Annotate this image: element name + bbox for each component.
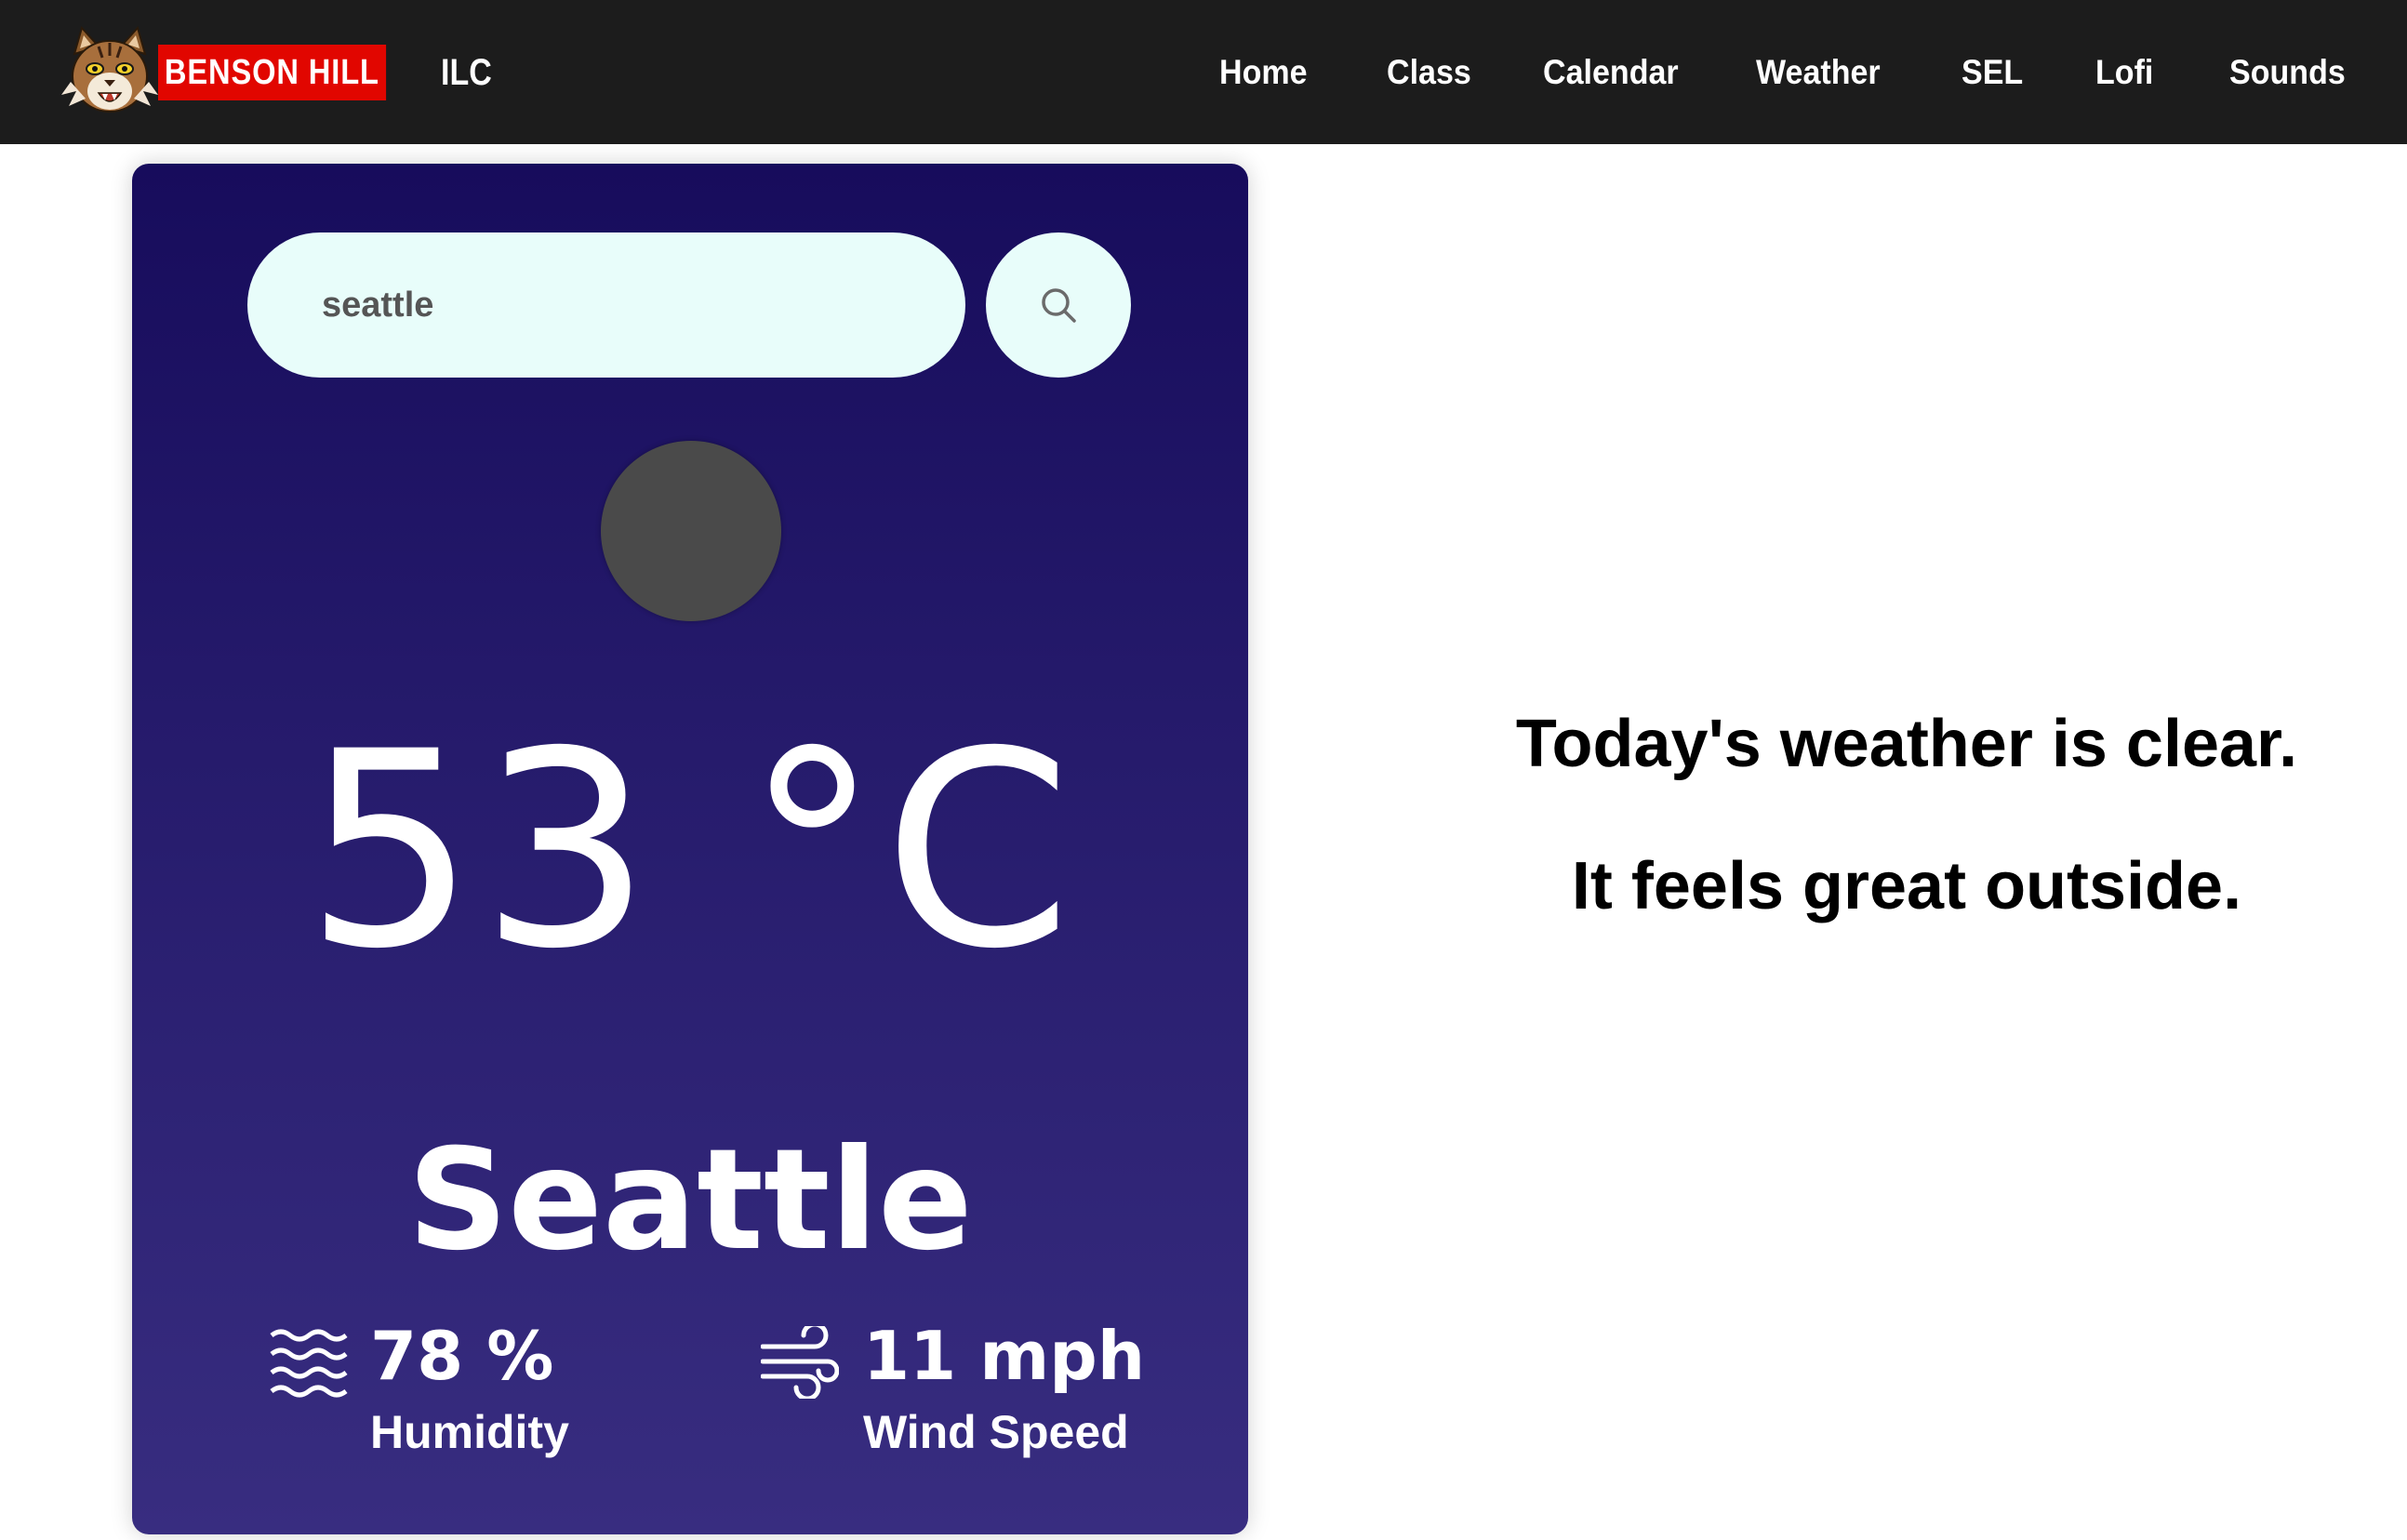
nav-weather[interactable]: Weather: [1756, 46, 1881, 99]
search-icon: [1042, 288, 1076, 323]
city-name: Seattle: [407, 1120, 973, 1281]
nav-lofi[interactable]: Lofi: [2095, 46, 2153, 99]
logo-badge-text: BENSON HILL: [158, 45, 386, 100]
nav-class[interactable]: Class: [1387, 46, 1471, 99]
humidity-value: 78 %: [370, 1317, 554, 1395]
humidity-label: Humidity: [370, 1406, 569, 1458]
wind-icon: [761, 1326, 839, 1399]
nav-sounds[interactable]: Sounds: [2229, 46, 2346, 99]
nav-home[interactable]: Home: [1219, 46, 1308, 99]
city-search-input[interactable]: [247, 232, 965, 378]
weather-message-line1: Today's weather is clear.: [1515, 707, 2298, 781]
clear-weather-icon: [601, 441, 781, 621]
nav-calendar[interactable]: Calendar: [1543, 46, 1679, 99]
nav-sel[interactable]: SEL: [1962, 46, 2023, 99]
wind-speed-label: Wind Speed: [863, 1406, 1129, 1458]
weather-message-line2: It feels great outside.: [1571, 849, 2242, 923]
bobcat-mascot-icon: [61, 26, 158, 113]
wind-speed-value: 11 mph: [863, 1317, 1146, 1395]
weather-card: 53 °C Seattle 78 % Humidity 11 mph Wind …: [132, 164, 1248, 1534]
top-navbar: BENSON HILL ILC Home Class Calendar Weat…: [0, 0, 2407, 144]
search-button[interactable]: [986, 232, 1131, 378]
logo-suffix-text: ILC: [441, 52, 492, 93]
temperature-value: 53 °C: [304, 695, 1076, 1008]
humidity-waves-icon: [270, 1329, 348, 1398]
site-logo[interactable]: BENSON HILL ILC: [61, 26, 492, 119]
